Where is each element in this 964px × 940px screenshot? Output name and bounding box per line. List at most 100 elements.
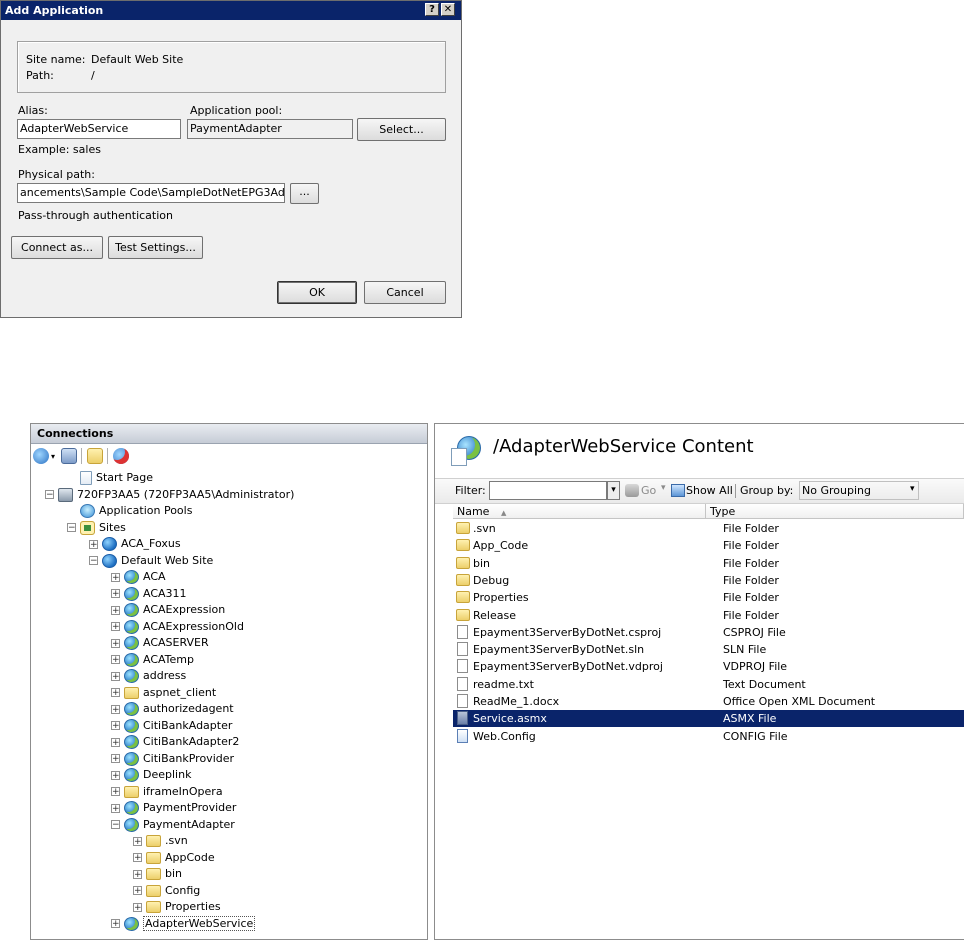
- filter-separator: [735, 484, 736, 498]
- group-by-select[interactable]: No Grouping: [799, 481, 919, 500]
- expand-icon[interactable]: +: [111, 803, 120, 813]
- save-icon[interactable]: [61, 448, 77, 464]
- dialog-title-bar[interactable]: Add Application: [1, 1, 461, 20]
- tree-item[interactable]: + Config: [133, 883, 200, 899]
- file-type: ASMX File: [723, 712, 777, 726]
- disconnect-icon[interactable]: [113, 448, 129, 464]
- file-row[interactable]: bin File Folder: [453, 555, 964, 572]
- expand-icon[interactable]: +: [111, 622, 120, 632]
- test-settings-button[interactable]: Test Settings...: [108, 236, 203, 259]
- tree-item[interactable]: + Deeplink: [111, 767, 191, 783]
- file-row[interactable]: Epayment3ServerByDotNet.sln SLN File: [453, 641, 964, 658]
- connect-as-button[interactable]: Connect as...: [11, 236, 103, 259]
- tree-item[interactable]: + iframeInOpera: [111, 784, 223, 800]
- tree-item[interactable]: + aspnet_client: [111, 685, 216, 701]
- expand-icon[interactable]: +: [111, 737, 120, 747]
- file-row[interactable]: .svn File Folder: [453, 520, 964, 537]
- file-row[interactable]: Web.Config CONFIG File: [453, 728, 964, 745]
- folder-icon: [456, 608, 470, 621]
- physical-path-input[interactable]: ancements\Sample Code\SampleDotNetEPG3Ad…: [17, 183, 285, 203]
- tree-item[interactable]: + ACA311: [111, 586, 187, 602]
- connect-icon[interactable]: [33, 448, 49, 464]
- tree-item[interactable]: + bin: [133, 866, 182, 882]
- expand-icon[interactable]: +: [133, 836, 142, 846]
- expand-icon[interactable]: +: [133, 902, 142, 912]
- tree-item[interactable]: + ACAExpression: [111, 602, 225, 618]
- expand-icon[interactable]: +: [111, 919, 120, 929]
- expand-icon[interactable]: +: [111, 787, 120, 797]
- help-button[interactable]: ?: [425, 3, 439, 16]
- tree-item[interactable]: + address: [111, 668, 186, 684]
- close-button[interactable]: ✕: [441, 3, 455, 16]
- tree-connector: [67, 507, 76, 516]
- collapse-icon[interactable]: −: [67, 523, 76, 533]
- chevron-down-icon[interactable]: ▾: [51, 452, 55, 461]
- file-row[interactable]: Debug File Folder: [453, 572, 964, 589]
- tree-item[interactable]: + ACASERVER: [111, 635, 209, 651]
- file-row[interactable]: Release File Folder: [453, 607, 964, 624]
- collapse-icon[interactable]: −: [111, 820, 120, 830]
- expand-icon[interactable]: +: [111, 721, 120, 731]
- folder-icon: [146, 868, 161, 880]
- up-icon[interactable]: [87, 448, 103, 464]
- tree-item[interactable]: − 720FP3AA5 (720FP3AA5\Administrator): [45, 487, 294, 503]
- expand-icon[interactable]: +: [133, 886, 142, 896]
- expand-icon[interactable]: +: [111, 638, 120, 648]
- file-row[interactable]: App_Code File Folder: [453, 537, 964, 554]
- expand-icon[interactable]: +: [111, 572, 120, 582]
- tree-item[interactable]: + ACAExpressionOld: [111, 619, 244, 635]
- folder-icon: [146, 884, 161, 897]
- cancel-button[interactable]: Cancel: [364, 281, 446, 304]
- tree-item[interactable]: + ACA_Foxus: [89, 536, 181, 552]
- tree-item[interactable]: + CitiBankProvider: [111, 751, 234, 767]
- expand-icon[interactable]: +: [111, 754, 120, 764]
- chevron-down-icon[interactable]: ▾: [661, 483, 666, 493]
- go-button[interactable]: Go: [641, 484, 656, 497]
- file-row[interactable]: Properties File Folder: [453, 589, 964, 606]
- tree-item[interactable]: + Properties: [133, 899, 221, 915]
- expand-icon[interactable]: +: [111, 704, 120, 714]
- expand-icon[interactable]: +: [111, 605, 120, 615]
- collapse-icon[interactable]: −: [45, 490, 54, 500]
- column-header-type[interactable]: Type: [706, 504, 964, 519]
- alias-input[interactable]: AdapterWebService: [17, 119, 181, 139]
- expand-icon[interactable]: +: [111, 770, 120, 780]
- file-row[interactable]: Service.asmx ASMX File: [453, 710, 964, 728]
- expand-icon[interactable]: +: [111, 589, 120, 599]
- tree-item[interactable]: + PaymentProvider: [111, 800, 236, 816]
- tree-item[interactable]: Application Pools: [67, 503, 192, 519]
- file-row[interactable]: ReadMe_1.docx Office Open XML Document: [453, 693, 964, 710]
- tree-item[interactable]: + ACA: [111, 569, 166, 585]
- tree-item[interactable]: + AdapterWebService: [111, 915, 256, 932]
- collapse-icon[interactable]: −: [89, 556, 98, 566]
- tree-item[interactable]: Start Page: [67, 470, 153, 486]
- tree-item[interactable]: − Sites: [67, 520, 126, 536]
- file-row[interactable]: Epayment3ServerByDotNet.csproj CSPROJ Fil…: [453, 624, 964, 641]
- filter-input[interactable]: [489, 481, 607, 500]
- file-row[interactable]: Epayment3ServerByDotNet.vdproj VDPROJ Fil…: [453, 658, 964, 675]
- file-type: File Folder: [723, 539, 779, 553]
- tree-item[interactable]: + CitiBankAdapter: [111, 718, 232, 734]
- tree-item[interactable]: + AppCode: [133, 850, 215, 866]
- chevron-down-icon[interactable]: ▾: [910, 484, 915, 494]
- expand-icon[interactable]: +: [111, 671, 120, 681]
- expand-icon[interactable]: +: [133, 869, 142, 879]
- filter-dropdown-button[interactable]: ▾: [607, 481, 620, 500]
- expand-icon[interactable]: +: [133, 853, 142, 863]
- tree-item[interactable]: + authorizedagent: [111, 701, 234, 717]
- tree-item[interactable]: + ACATemp: [111, 652, 194, 668]
- expand-icon[interactable]: +: [89, 539, 98, 549]
- show-all-button[interactable]: Show All: [686, 484, 733, 497]
- browse-button[interactable]: ...: [290, 183, 319, 204]
- ok-button[interactable]: OK: [277, 281, 357, 304]
- tree-item[interactable]: + CitiBankAdapter2: [111, 734, 239, 750]
- app-icon: [124, 586, 139, 601]
- tree-item[interactable]: − Default Web Site: [89, 553, 213, 569]
- tree-item[interactable]: + .svn: [133, 833, 188, 849]
- tree-item[interactable]: − PaymentAdapter: [111, 817, 235, 833]
- column-header-name[interactable]: Name ▲: [453, 504, 706, 519]
- file-row[interactable]: readme.txt Text Document: [453, 676, 964, 693]
- select-button[interactable]: Select...: [357, 118, 446, 141]
- expand-icon[interactable]: +: [111, 655, 120, 665]
- expand-icon[interactable]: +: [111, 688, 120, 698]
